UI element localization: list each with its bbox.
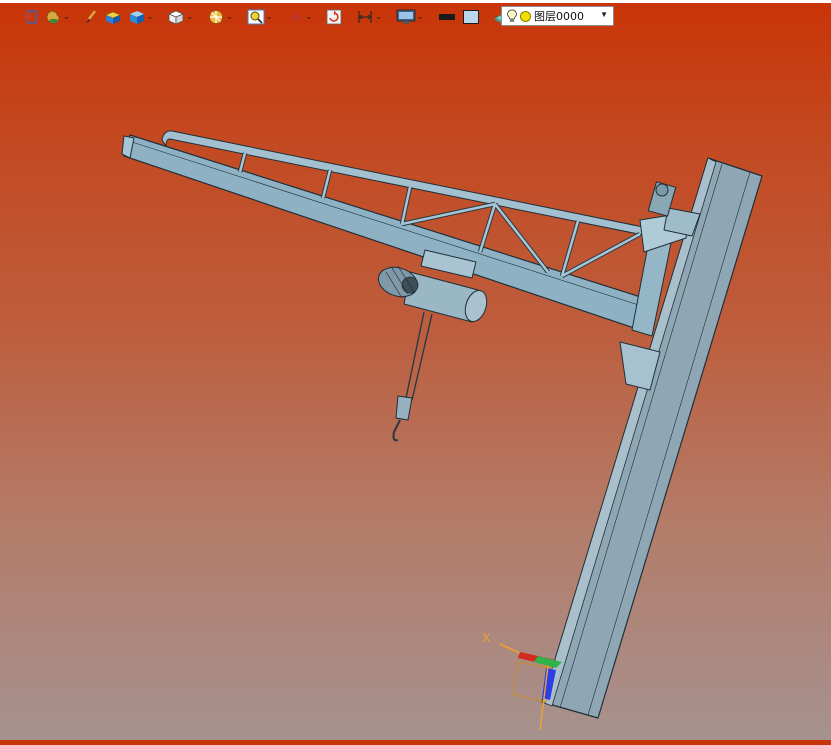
line-color-button[interactable] [436, 7, 458, 27]
chevron-down-icon[interactable]: ⌄ [147, 13, 154, 21]
hoist-rope [405, 311, 433, 401]
wireframe-cube-button[interactable]: ⌄ [165, 7, 195, 27]
shaded-box-button[interactable] [102, 7, 124, 27]
section-view-button[interactable]: ⌄ [205, 7, 235, 27]
chevron-down-icon[interactable]: ⌄ [266, 13, 273, 21]
section-view-icon [209, 10, 224, 24]
exit-button[interactable] [20, 7, 40, 27]
window-top-border [0, 0, 831, 3]
x-axis-label: X [482, 630, 491, 645]
chevron-down-icon[interactable]: ⌄ [306, 13, 313, 21]
wireframe-cube-icon [168, 10, 185, 25]
brush-button[interactable] [82, 7, 100, 27]
blue-cube-button[interactable]: ⌄ [126, 7, 156, 27]
snap-point-button[interactable]: ⌄ [285, 7, 315, 27]
exit-icon [23, 10, 37, 24]
refresh-view-button[interactable] [324, 7, 344, 27]
lightbulb-icon[interactable] [507, 9, 517, 23]
hand-tool-icon [46, 10, 60, 24]
refresh-view-icon [326, 9, 342, 25]
layer-color-indicator[interactable] [520, 10, 531, 22]
shaded-box-icon [104, 11, 121, 24]
chevron-down-icon[interactable]: ⌄ [417, 13, 424, 21]
toolbar: ⌄ ⌄ ⌄ ⌄ ⌄ ⌄ ⌄ ⌄ [20, 6, 521, 28]
chevron-down-icon[interactable]: ⌄ [226, 13, 233, 21]
jib-crane-model: X [121, 130, 763, 731]
snap-point-icon [289, 11, 302, 23]
zoom-icon [247, 9, 265, 25]
crane-hook [395, 395, 413, 421]
display-settings-icon [396, 9, 416, 24]
blue-cube-icon [129, 11, 144, 24]
layer-name: 图层0000 [534, 10, 584, 23]
3d-viewport[interactable]: X [0, 30, 831, 740]
display-settings-button[interactable]: ⌄ [394, 7, 426, 27]
fill-color-button[interactable] [460, 7, 482, 27]
crane-boom [123, 134, 651, 331]
zoom-button[interactable]: ⌄ [245, 7, 275, 27]
dimension-icon [358, 11, 372, 23]
fill-color-icon [462, 10, 479, 24]
chevron-down-icon[interactable]: ⌄ [186, 13, 193, 21]
line-color-icon [438, 14, 455, 20]
dimension-button[interactable]: ⌄ [354, 7, 384, 27]
hand-tool-button[interactable]: ⌄ [42, 7, 72, 27]
chevron-down-icon[interactable]: ⌄ [63, 13, 70, 21]
axis-triad: X [482, 630, 562, 731]
chevron-down-icon[interactable]: ⌄ [375, 13, 382, 21]
chevron-down-icon[interactable]: ▼ [600, 10, 608, 19]
layer-select[interactable]: 图层0000 ▼ [501, 6, 614, 26]
brush-icon [85, 10, 96, 23]
